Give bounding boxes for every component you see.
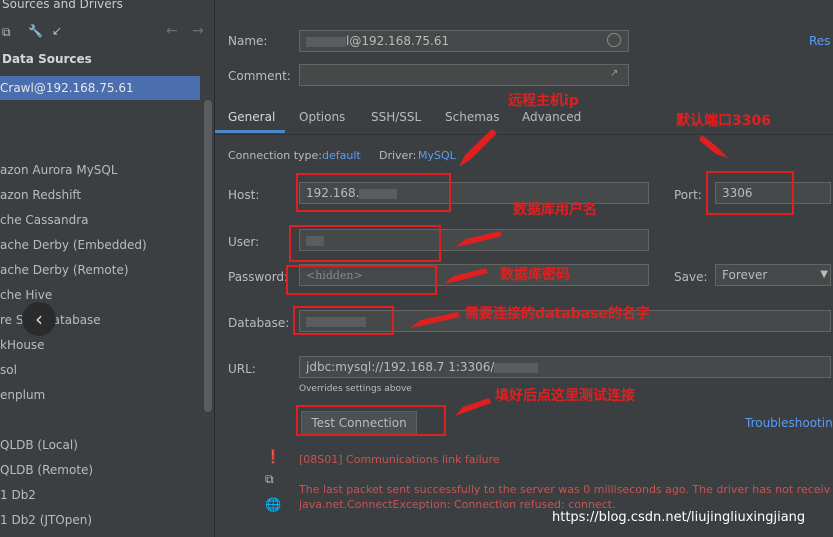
annotation-db-name: 需要连接的database的名字 bbox=[465, 306, 650, 322]
annotation-test-hint: 填好后点这里测试连接 bbox=[495, 388, 635, 404]
arrow-to-database bbox=[410, 312, 460, 328]
annotation-default-port: 默认端口3306 bbox=[676, 113, 771, 129]
annotation-remote-host: 远程主机ip bbox=[508, 93, 579, 109]
arrow-to-test-button bbox=[455, 398, 491, 416]
arrow-to-password bbox=[443, 268, 488, 284]
annotation-db-user: 数据库用户名 bbox=[513, 202, 597, 218]
arrow-to-driver bbox=[459, 129, 497, 167]
annotation-arrows bbox=[410, 129, 728, 416]
watermark: https://blog.csdn.net/liujingliuxingjian… bbox=[552, 510, 806, 525]
arrow-to-user bbox=[455, 231, 502, 247]
annotation-db-password: 数据库密码 bbox=[500, 267, 570, 283]
arrow-to-port bbox=[699, 135, 728, 158]
